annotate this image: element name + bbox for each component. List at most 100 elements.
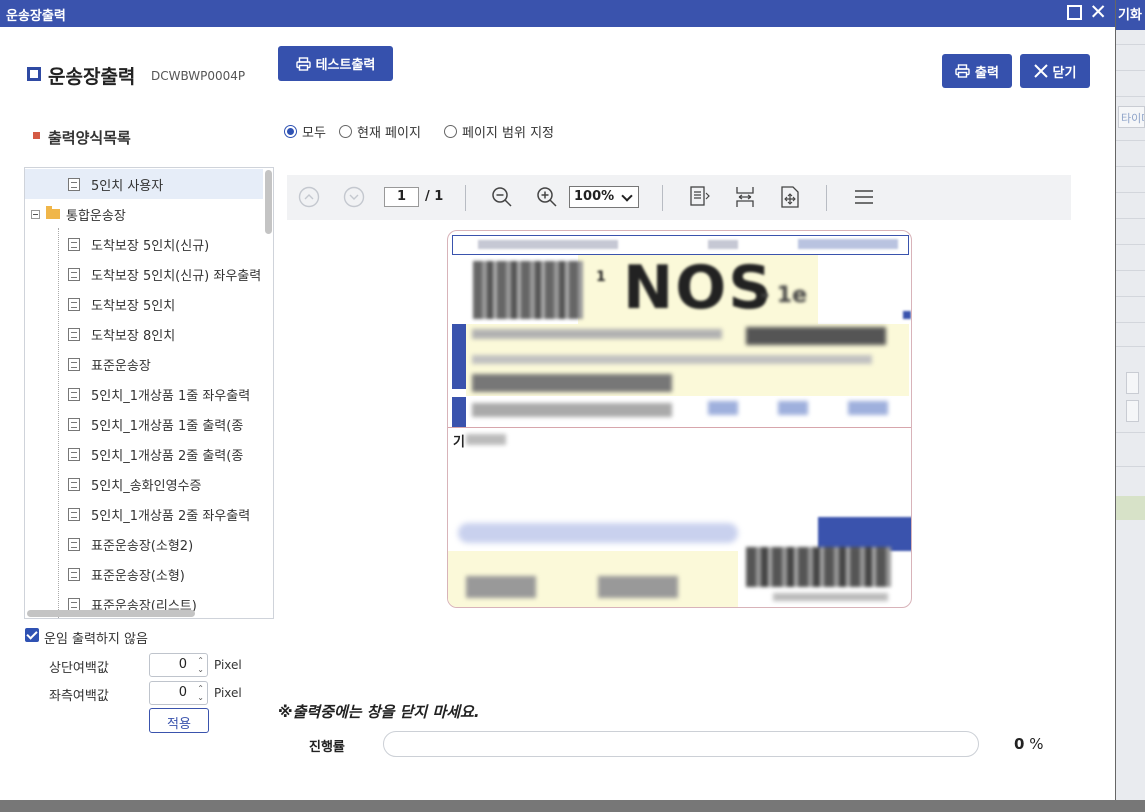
print-button[interactable]: 출력 — [942, 54, 1012, 88]
left-margin-input[interactable]: 0 ⌃ ⌄ — [149, 681, 208, 705]
preview-side-tab — [452, 324, 466, 389]
document-icon — [68, 597, 80, 611]
preview-big-text: NOS — [623, 253, 774, 323]
preview-blurred-text — [472, 374, 672, 392]
page-number-input[interactable]: 1 — [384, 187, 419, 207]
document-icon — [68, 297, 80, 311]
top-margin-label: 상단여백값 — [49, 661, 109, 676]
tree-item-label: 표준운송장 — [91, 358, 151, 374]
vertical-scrollbar[interactable] — [265, 170, 272, 234]
tree-item[interactable]: 5인치_1개상품 1줄 좌우출력 — [25, 379, 263, 409]
toolbar-divider — [662, 185, 663, 211]
print-waybill-dialog: 운송장출력 ✕ 운송장출력 DCWBWP0004P 테스트출력 출력 닫기 출력… — [0, 0, 1116, 800]
background-divider — [1116, 96, 1145, 97]
zoom-out-icon[interactable] — [488, 183, 516, 211]
collapse-icon[interactable] — [31, 209, 40, 219]
tree-item[interactable]: 5인치 사용자 — [25, 169, 263, 199]
tree-item-label: 5인치_1개상품 2줄 출력(종 — [91, 448, 244, 464]
tree-item[interactable]: 도착보장 5인치(신규) — [25, 229, 263, 259]
printer-icon — [955, 64, 970, 78]
background-divider — [1116, 322, 1145, 323]
form-tree[interactable]: 5인치 사용자 통합운송장 도착보장 5인치(신규) 도착보장 5인치(신규) … — [24, 167, 274, 619]
no-fare-print-checkbox[interactable] — [25, 628, 39, 642]
progress-number: 0 — [1014, 735, 1025, 753]
toolbar-divider — [465, 185, 466, 211]
preview-side-tab — [452, 397, 466, 427]
radio-label: 현재 페이지 — [357, 126, 421, 141]
tree-item[interactable]: 표준운송장 — [25, 349, 263, 379]
tree-item-label: 5인치_1개상품 1줄 출력(종 — [91, 418, 244, 434]
print-label: 출력 — [975, 65, 999, 81]
toolbar-divider — [826, 185, 827, 211]
maximize-icon[interactable] — [1067, 5, 1082, 20]
progress-unit: % — [1029, 735, 1044, 753]
tree-item[interactable]: 도착보장 5인치 — [25, 289, 263, 319]
left-margin-value: 0 — [178, 685, 187, 700]
top-margin-value: 0 — [178, 657, 187, 672]
background-divider — [1116, 70, 1145, 71]
background-divider — [1116, 346, 1145, 347]
tree-item-label: 5인치_송화인영수증 — [91, 478, 202, 494]
tree-item-label: 도착보장 5인치(신규) — [91, 238, 210, 254]
horizontal-scrollbar[interactable] — [27, 610, 195, 617]
preview-blurred-text — [746, 327, 886, 345]
radio-page-range[interactable]: 페이지 범위 지정 — [444, 122, 554, 141]
preview-blurred-text — [798, 239, 898, 249]
fit-actual-icon[interactable] — [776, 183, 804, 211]
tree-item-label: 5인치_1개상품 1줄 좌우출력 — [91, 388, 251, 404]
tree-item[interactable]: 5인치_송화인영수증 — [25, 469, 263, 499]
preview-blurred-text — [598, 576, 678, 598]
radio-all[interactable]: 모두 — [284, 122, 326, 141]
left-margin-label: 좌측여백값 — [49, 689, 109, 704]
tree-item-label: 표준운송장(소형) — [91, 568, 185, 584]
dialog-title: 운송장출력 — [6, 9, 66, 24]
preview-blurred-text — [778, 401, 808, 415]
radio-label: 모두 — [302, 126, 326, 141]
progress-label: 진행률 — [309, 740, 345, 755]
top-margin-unit: Pixel — [214, 658, 242, 672]
fit-width-icon[interactable] — [731, 183, 759, 211]
tree-item[interactable]: 도착보장 5인치(신규) 좌우출력 — [25, 259, 263, 289]
top-margin-input[interactable]: 0 ⌃ ⌄ — [149, 653, 208, 677]
preview-suffix: - 1e — [760, 283, 808, 308]
page-down-icon[interactable] — [340, 183, 368, 211]
preview-blurred-text — [472, 403, 672, 417]
page-title: 운송장출력 — [48, 66, 136, 88]
spinner-icon[interactable]: ⌃ ⌄ — [197, 684, 204, 702]
tree-item[interactable]: 5인치_1개상품 2줄 출력(종 — [25, 439, 263, 469]
printer-icon — [295, 56, 311, 71]
background-divider — [1116, 44, 1145, 45]
preview-blurred-text — [708, 401, 738, 415]
tree-item[interactable]: 표준운송장(소형) — [25, 559, 263, 589]
fit-page-icon[interactable] — [686, 183, 714, 211]
close-button[interactable]: 닫기 — [1020, 54, 1090, 88]
page-up-icon[interactable] — [295, 183, 323, 211]
document-icon — [68, 327, 80, 341]
background-bottom — [0, 800, 1145, 812]
close-icon[interactable]: ✕ — [1089, 1, 1107, 23]
tree-item[interactable]: 표준운송장(소형2) — [25, 529, 263, 559]
background-divider — [1116, 140, 1145, 141]
form-list-title: 출력양식목록 — [48, 129, 131, 147]
menu-icon[interactable] — [850, 183, 878, 211]
progress-value: 0 % — [1014, 735, 1043, 753]
test-print-button[interactable]: 테스트출력 — [278, 46, 393, 81]
zoom-in-icon[interactable] — [533, 183, 561, 211]
tree-item[interactable]: 5인치_1개상품 1줄 출력(종 — [25, 409, 263, 439]
document-icon — [68, 387, 80, 401]
tree-item[interactable]: 도착보장 8인치 — [25, 319, 263, 349]
document-icon — [68, 267, 80, 281]
zoom-select[interactable]: 100% — [569, 186, 639, 208]
tree-item[interactable]: 5인치_1개상품 2줄 좌우출력 — [25, 499, 263, 529]
radio-circle — [444, 125, 457, 138]
preview-mid-label: 기 — [453, 435, 465, 450]
preview-blurred-text — [773, 593, 888, 601]
viewer-toolbar: 1 / 1 100% — [287, 175, 1071, 220]
apply-button[interactable]: 적용 — [149, 708, 209, 733]
preview-blue-block — [818, 517, 911, 551]
radio-current-page[interactable]: 현재 페이지 — [339, 122, 421, 141]
preview-blurred-text — [458, 523, 738, 543]
spinner-icon[interactable]: ⌃ ⌄ — [197, 656, 204, 674]
title-square-icon — [27, 67, 41, 81]
tree-folder[interactable]: 통합운송장 — [25, 199, 263, 229]
